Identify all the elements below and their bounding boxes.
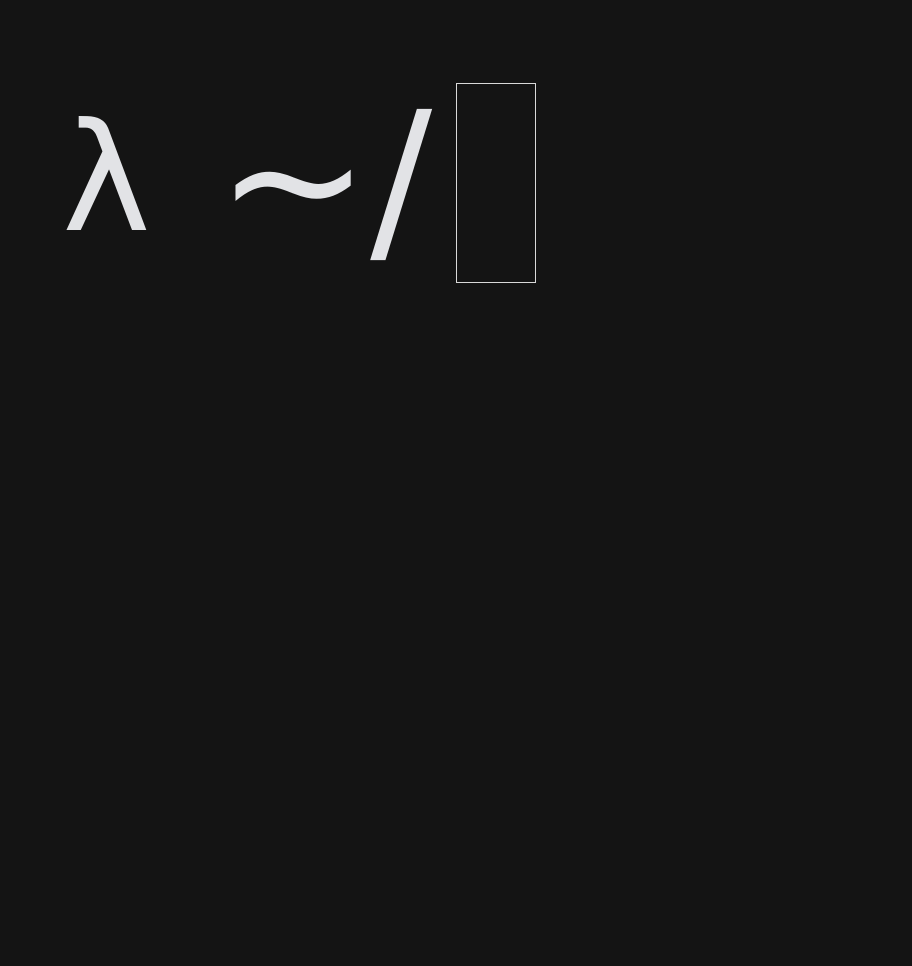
text-cursor[interactable] [456, 83, 536, 283]
terminal-window[interactable]: λ ~/ [0, 0, 912, 966]
prompt-line: λ ~/ [0, 0, 912, 300]
prompt-symbol: λ [62, 92, 151, 266]
current-directory: ~/ [216, 73, 433, 287]
